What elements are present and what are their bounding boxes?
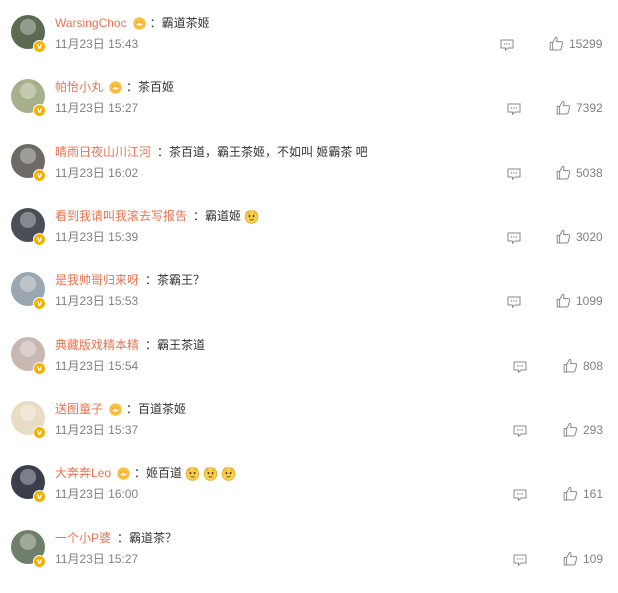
comment-item: v 是我帅哥归来呀 ：茶霸王？ 11月23日 15:53 1099	[0, 271, 618, 335]
reply-icon[interactable]	[513, 360, 527, 374]
verified-badge-icon: v	[33, 555, 46, 568]
crown-badge-icon	[117, 466, 130, 480]
reply-icon[interactable]	[513, 424, 527, 438]
comment-line: 大奔奔Leo ：姬百道	[55, 464, 236, 482]
comment-time: 11月23日 15:39	[55, 230, 139, 244]
comment-line: 看到我请叫我滚去写报告 ：霸道姬	[55, 207, 259, 225]
like-count: 109	[583, 552, 604, 566]
like-icon[interactable]	[556, 229, 571, 244]
like-count: 161	[583, 487, 604, 501]
username-link[interactable]: 大奔奔Leo	[55, 464, 111, 482]
comment-item: v 晴雨日夜山川江河 ：茶百道，霸王茶姬，不如叫 姬霸茶 吧 11月23日 16:02…	[0, 143, 618, 207]
verified-badge-icon: v	[33, 104, 46, 117]
reply-icon[interactable]	[507, 295, 521, 309]
comment-line: 晴雨日夜山川江河 ：茶百道，霸王茶姬，不如叫 姬霸茶 吧	[55, 143, 368, 161]
verified-badge-icon: v	[33, 40, 46, 53]
doge-emoji-icon	[203, 466, 218, 481]
doge-emoji-icon	[185, 466, 200, 481]
username-link[interactable]: 一个小P婆	[55, 529, 111, 547]
comment-line: 帕怡小丸 ：茶百姬	[55, 78, 174, 96]
like-icon[interactable]	[556, 293, 571, 308]
reply-icon[interactable]	[507, 231, 521, 245]
comment-time: 11月23日 15:37	[55, 423, 139, 437]
like-count: 7392	[576, 101, 603, 115]
like-icon[interactable]	[556, 100, 571, 115]
username-link[interactable]: 帕怡小丸	[55, 78, 103, 96]
crown-badge-icon	[109, 80, 122, 94]
comment-line: 一个小P婆 ：霸道茶？	[55, 529, 177, 547]
like-count: 1099	[576, 294, 603, 308]
comment-line: WarsingChoc ：霸道茶姬	[55, 14, 210, 32]
like-icon[interactable]	[563, 551, 578, 566]
username-link[interactable]: 看到我请叫我滚去写报告	[55, 207, 187, 225]
verified-badge-icon: v	[33, 362, 46, 375]
comment-text: ：茶百姬	[126, 80, 175, 94]
username-link[interactable]: 典藏版戏精本精	[55, 336, 139, 354]
comment-line: 典藏版戏精本精 ：霸王茶道	[55, 336, 205, 354]
like-icon[interactable]	[549, 36, 564, 51]
verified-badge-icon: v	[33, 426, 46, 439]
reply-icon[interactable]	[500, 38, 514, 52]
doge-emoji-icon	[221, 466, 236, 481]
username-link[interactable]: 是我帅哥归来呀	[55, 271, 139, 289]
comment-item: v 大奔奔Leo ：姬百道 11月23日 16:00 161	[0, 464, 618, 528]
username-link[interactable]: WarsingChoc	[55, 14, 127, 32]
reply-icon[interactable]	[513, 553, 527, 567]
like-count: 3020	[576, 230, 603, 244]
comment-text: ：茶霸王？	[145, 273, 206, 287]
comment-line: 是我帅哥归来呀 ：茶霸王？	[55, 271, 205, 289]
like-count: 293	[583, 423, 604, 437]
verified-badge-icon: v	[33, 490, 46, 503]
comment-time: 11月23日 16:00	[55, 487, 139, 501]
doge-emoji-icon	[244, 209, 259, 224]
like-count: 808	[583, 359, 604, 373]
like-icon[interactable]	[563, 358, 578, 373]
like-count: 5038	[576, 166, 603, 180]
comment-text: ：百道茶姬	[126, 402, 187, 416]
comment-line: 送图童子 ：百道茶姬	[55, 400, 186, 418]
comment-time: 11月23日 16:02	[55, 166, 139, 180]
comment-text: ：姬百道	[134, 466, 183, 480]
comment-item: v WarsingChoc ：霸道茶姬 11月23日 15:43 15299	[0, 14, 618, 78]
verified-badge-icon: v	[33, 233, 46, 246]
verified-badge-icon: v	[33, 169, 46, 182]
crown-badge-icon	[109, 402, 122, 416]
like-icon[interactable]	[563, 422, 578, 437]
like-icon[interactable]	[563, 486, 578, 501]
comment-item: v 送图童子 ：百道茶姬 11月23日 15:37 293	[0, 400, 618, 464]
reply-icon[interactable]	[507, 102, 521, 116]
comment-item: v 一个小P婆 ：霸道茶？ 11月23日 15:27 109	[0, 529, 618, 593]
like-count: 15299	[569, 37, 603, 51]
comment-text: ：霸道茶？	[117, 531, 178, 545]
verified-badge-icon: v	[33, 297, 46, 310]
comment-text: ：霸道茶姬	[149, 16, 210, 30]
comment-item: v 帕怡小丸 ：茶百姬 11月23日 15:27 7392	[0, 78, 618, 142]
username-link[interactable]: 晴雨日夜山川江河	[55, 143, 151, 161]
comment-text: ：霸王茶道	[145, 338, 206, 352]
crown-badge-icon	[132, 16, 146, 30]
reply-icon[interactable]	[507, 167, 521, 181]
comment-text: ：霸道姬	[193, 209, 242, 223]
comment-time: 11月23日 15:27	[55, 552, 139, 566]
comment-time: 11月23日 15:43	[55, 37, 139, 51]
comment-time: 11月23日 15:53	[55, 294, 139, 308]
comment-time: 11月23日 15:27	[55, 101, 139, 115]
like-icon[interactable]	[556, 165, 571, 180]
comment-item: v 典藏版戏精本精 ：霸王茶道 11月23日 15:54 808	[0, 336, 618, 400]
comment-time: 11月23日 15:54	[55, 359, 139, 373]
comment-item: v 看到我请叫我滚去写报告 ：霸道姬 11月23日 15:39 3020	[0, 207, 618, 271]
reply-icon[interactable]	[513, 488, 527, 502]
comment-text: ：茶百道，霸王茶姬，不如叫 姬霸茶 吧	[157, 145, 368, 159]
username-link[interactable]: 送图童子	[55, 400, 103, 418]
